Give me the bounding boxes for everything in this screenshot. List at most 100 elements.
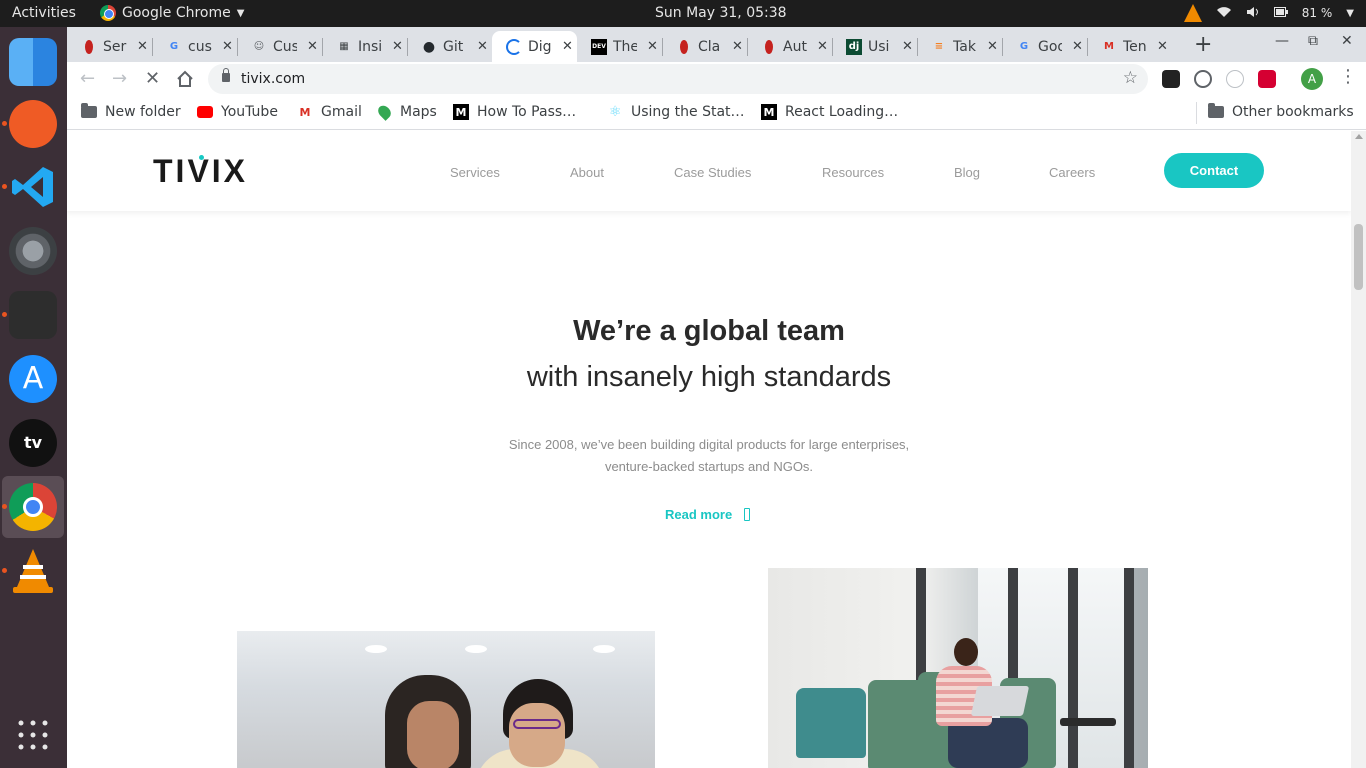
close-window-button[interactable]: ✕ xyxy=(1341,33,1353,49)
restore-button[interactable]: ⧉ xyxy=(1308,33,1318,49)
dock-running-indicator xyxy=(2,568,7,573)
profile-avatar[interactable]: A xyxy=(1301,68,1323,90)
close-tab-icon[interactable]: ✕ xyxy=(307,39,318,54)
browser-tab[interactable]: ● Git ✕ xyxy=(407,31,492,62)
stop-loading-button[interactable]: ✕ xyxy=(145,68,160,89)
terminal-icon[interactable] xyxy=(9,291,57,339)
chrome-menu-icon[interactable]: ⋮ xyxy=(1339,66,1357,87)
close-tab-icon[interactable]: ✕ xyxy=(987,39,998,54)
tab-title: Goo xyxy=(1038,38,1062,55)
minimize-button[interactable]: — xyxy=(1275,33,1289,49)
nav-resources[interactable]: Resources xyxy=(822,165,884,180)
close-tab-icon[interactable]: ✕ xyxy=(477,39,488,54)
bookmark-gmail[interactable]: M Gmail xyxy=(297,104,362,120)
dock-running-indicator xyxy=(2,184,7,189)
browser-tab[interactable]: dj Usi ✕ xyxy=(832,31,917,62)
app-menu-label: Google Chrome xyxy=(122,5,231,21)
side-table xyxy=(1060,718,1116,726)
react-devtools-extension-icon[interactable] xyxy=(1162,70,1180,88)
address-bar-url[interactable]: tivix.com xyxy=(241,71,305,87)
vlc-tray-icon[interactable] xyxy=(1183,4,1202,22)
nav-services[interactable]: Services xyxy=(450,165,500,180)
bookmark-youtube[interactable]: YouTube xyxy=(197,104,278,120)
stackoverflow-icon: ≡ xyxy=(934,41,944,52)
postman-icon[interactable] xyxy=(9,100,57,148)
read-more-link[interactable]: Read more xyxy=(665,507,751,522)
nav-case-studies[interactable]: Case Studies xyxy=(674,165,751,180)
close-tab-icon[interactable]: ✕ xyxy=(562,39,573,54)
browser-tab[interactable]: Dig ✕ xyxy=(492,31,577,62)
show-applications-icon[interactable] xyxy=(18,720,48,750)
close-tab-icon[interactable]: ✕ xyxy=(137,39,148,54)
bookmark-using-the-stat[interactable]: ⚛ Using the Stat… xyxy=(607,104,745,120)
close-tab-icon[interactable]: ✕ xyxy=(222,39,233,54)
back-button[interactable]: ← xyxy=(80,68,95,89)
vscode-icon[interactable] xyxy=(9,163,57,211)
vlc-icon[interactable] xyxy=(9,547,57,595)
nav-blog[interactable]: Blog xyxy=(954,165,980,180)
dev-icon: DEV xyxy=(591,38,607,55)
system-tray[interactable]: 81 % ▼ xyxy=(1183,4,1354,22)
clock[interactable]: Sun May 31, 05:38 xyxy=(655,5,787,21)
forward-button[interactable]: → xyxy=(112,68,127,89)
chrome-dock-icon[interactable] xyxy=(9,483,57,531)
new-tab-button[interactable]: + xyxy=(1194,32,1212,57)
browser-tab[interactable]: Gcus ✕ xyxy=(152,31,237,62)
tab-title: Cla xyxy=(698,38,721,55)
browser-tab[interactable]: Cla ✕ xyxy=(662,31,747,62)
browser-tab[interactable]: Ser ✕ xyxy=(67,31,152,62)
bookmark-label: Other bookmarks xyxy=(1232,104,1354,120)
tab-strip: Ser ✕ Gcus ✕ ☺ Cus ✕ ▦ Insi ✕ ● Git ✕ Dig ✕ DEV The ✕ Cla ✕… xyxy=(67,27,1366,62)
bookmark-how-to-pass[interactable]: M How To Pass… xyxy=(453,104,576,120)
browser-tab[interactable]: M Ten ✕ xyxy=(1087,31,1172,62)
finder-icon[interactable] xyxy=(9,38,57,86)
contact-button[interactable]: Contact xyxy=(1164,153,1264,188)
app-menu[interactable]: Google Chrome ▼ xyxy=(100,5,244,21)
settings-icon[interactable] xyxy=(9,227,57,275)
close-tab-icon[interactable]: ✕ xyxy=(1157,39,1168,54)
browser-tab[interactable]: Aut ✕ xyxy=(747,31,832,62)
close-tab-icon[interactable]: ✕ xyxy=(647,39,658,54)
page-scrollbar[interactable] xyxy=(1351,131,1366,768)
ceiling-light xyxy=(365,645,387,653)
close-tab-icon[interactable]: ✕ xyxy=(732,39,743,54)
bookmark-other-bookmarks[interactable]: Other bookmarks xyxy=(1208,103,1354,120)
scrollbar-thumb[interactable] xyxy=(1354,224,1363,290)
address-bar[interactable]: tivix.com ☆ xyxy=(208,64,1148,94)
medium-icon: M xyxy=(761,104,777,120)
browser-tab[interactable]: ▦ Insi ✕ xyxy=(322,31,407,62)
close-tab-icon[interactable]: ✕ xyxy=(817,39,828,54)
window-frame xyxy=(1124,568,1134,768)
bookmark-react-loading[interactable]: M React Loading… xyxy=(761,104,898,120)
bookmark-label: React Loading… xyxy=(785,104,899,120)
page-viewport: TIVIX Services About Case Studies Resour… xyxy=(67,131,1351,768)
google-icon: G xyxy=(169,41,179,52)
video-extension-icon[interactable] xyxy=(1258,70,1276,88)
browser-tab[interactable]: G Goo ✕ xyxy=(1002,31,1087,62)
ceiling-light xyxy=(465,645,487,653)
bookmark-maps[interactable]: Maps xyxy=(375,103,437,121)
google-icon: G xyxy=(1019,41,1029,52)
timer-extension-icon[interactable] xyxy=(1226,70,1244,88)
bookmark-new-folder[interactable]: New folder xyxy=(81,103,181,120)
apple-tv-icon[interactable]: tv xyxy=(9,419,57,467)
tivix-logo[interactable]: TIVIX xyxy=(153,153,248,190)
browser-tab[interactable]: ≡ Tak ✕ xyxy=(917,31,1002,62)
nav-about[interactable]: About xyxy=(570,165,604,180)
close-tab-icon[interactable]: ✕ xyxy=(392,39,403,54)
extension-icon[interactable] xyxy=(1194,70,1212,88)
activities-button[interactable]: Activities xyxy=(12,5,76,21)
lock-icon[interactable] xyxy=(222,68,230,82)
bookmark-star-icon[interactable]: ☆ xyxy=(1123,68,1138,88)
nav-careers[interactable]: Careers xyxy=(1049,165,1095,180)
browser-tab[interactable]: DEV The ✕ xyxy=(577,31,662,62)
home-button[interactable] xyxy=(176,70,194,92)
browser-tab[interactable]: ☺ Cus ✕ xyxy=(237,31,322,62)
scroll-up-arrow-icon[interactable] xyxy=(1355,134,1363,139)
site-header: TIVIX Services About Case Studies Resour… xyxy=(67,131,1351,211)
bookmark-label: Maps xyxy=(400,104,437,120)
tab-title: Cus xyxy=(273,38,297,55)
close-tab-icon[interactable]: ✕ xyxy=(902,39,913,54)
app-store-icon[interactable]: A xyxy=(9,355,57,403)
close-tab-icon[interactable]: ✕ xyxy=(1072,39,1083,54)
